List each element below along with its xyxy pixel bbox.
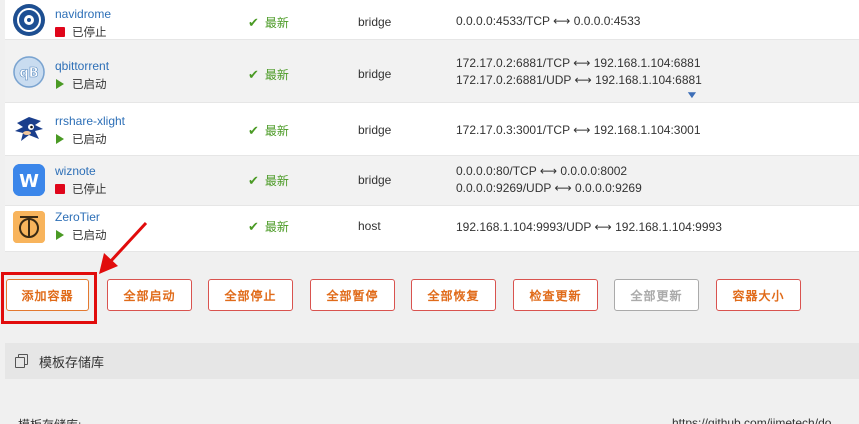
port-mappings: 0.0.0.0:80/TCP ⟷ 0.0.0.0:8002 0.0.0.0:92… bbox=[456, 163, 642, 197]
status-text: 已停止 bbox=[72, 184, 107, 196]
checkmark-icon: ✔ bbox=[248, 172, 259, 188]
update-status: ✔ 最新 bbox=[248, 172, 289, 189]
status-badge: 已停止 bbox=[55, 24, 107, 40]
port-mapping: 172.17.0.2:6881/TCP ⟷ 192.168.1.104:6881 bbox=[456, 56, 701, 70]
checkmark-icon: ✔ bbox=[248, 14, 259, 30]
port-mappings: 192.168.1.104:9993/UDP ⟷ 192.168.1.104:9… bbox=[456, 219, 722, 236]
annotation-highlight-box bbox=[1, 272, 97, 324]
status-text: 已启动 bbox=[72, 134, 107, 146]
table-row: qB qbittorrent 已启动 ✔ 最新 bridge 172.17.0.… bbox=[5, 40, 859, 103]
container-name[interactable]: rrshare-xlight bbox=[55, 114, 125, 128]
vinyl-record-icon[interactable] bbox=[13, 4, 45, 36]
update-status: ✔ 最新 bbox=[248, 122, 289, 139]
port-mapping: 172.17.0.2:6881/UDP ⟷ 192.168.1.104:6881 bbox=[456, 73, 702, 87]
port-mapping: 192.168.1.104:9993/UDP ⟷ 192.168.1.104:9… bbox=[456, 220, 722, 234]
stop-square-icon bbox=[55, 27, 65, 37]
network-mode: bridge bbox=[358, 123, 392, 137]
update-status: ✔ 最新 bbox=[248, 218, 289, 235]
container-table: navidrome 已停止 ✔ 最新 bridge 0.0.0.0:4533/T… bbox=[5, 0, 859, 252]
status-badge: 已启动 bbox=[55, 227, 107, 243]
template-repo-label: 模板存储库: bbox=[18, 416, 81, 424]
checkmark-icon: ✔ bbox=[248, 122, 259, 138]
update-text: 最新 bbox=[264, 124, 289, 138]
port-mapping: 0.0.0.0:9269/UDP ⟷ 0.0.0.0:9269 bbox=[456, 181, 642, 195]
table-row: rrshare-xlight 已启动 ✔ 最新 bridge 172.17.0.… bbox=[5, 103, 859, 156]
checkmark-icon: ✔ bbox=[248, 66, 259, 82]
port-mapping: 0.0.0.0:80/TCP ⟷ 0.0.0.0:8002 bbox=[456, 164, 628, 178]
resume-all-button[interactable]: 全部恢复 bbox=[411, 279, 496, 311]
update-text: 最新 bbox=[264, 174, 289, 188]
port-mappings: 172.17.0.3:3001/TCP ⟷ 192.168.1.104:3001 bbox=[456, 122, 701, 139]
copy-icon bbox=[15, 354, 29, 368]
section-title: 模板存储库 bbox=[39, 354, 105, 370]
pause-all-button[interactable]: 全部暂停 bbox=[310, 279, 395, 311]
zerotier-logo-icon[interactable] bbox=[13, 211, 45, 243]
w-logo-icon[interactable]: W bbox=[13, 164, 45, 196]
update-status: ✔ 最新 bbox=[248, 14, 289, 31]
checkmark-icon: ✔ bbox=[248, 218, 259, 234]
qb-logo-icon[interactable]: qB bbox=[13, 56, 45, 88]
stop-square-icon bbox=[55, 184, 65, 194]
network-mode: host bbox=[358, 219, 381, 233]
status-badge: 已启动 bbox=[55, 131, 107, 147]
update-text: 最新 bbox=[264, 68, 289, 82]
stop-all-button[interactable]: 全部停止 bbox=[208, 279, 293, 311]
update-text: 最新 bbox=[264, 16, 289, 30]
play-triangle-icon bbox=[56, 134, 64, 144]
container-name[interactable]: ZeroTier bbox=[55, 210, 100, 224]
network-mode: bridge bbox=[358, 173, 392, 187]
table-row: navidrome 已停止 ✔ 最新 bridge 0.0.0.0:4533/T… bbox=[5, 0, 859, 40]
svg-text:W: W bbox=[19, 171, 39, 192]
network-mode: bridge bbox=[358, 15, 392, 29]
check-update-button[interactable]: 检查更新 bbox=[513, 279, 598, 311]
port-mappings: 0.0.0.0:4533/TCP ⟷ 0.0.0.0:4533 bbox=[456, 13, 640, 30]
svg-text:qB: qB bbox=[19, 66, 38, 81]
container-size-button[interactable]: 容器大小 bbox=[716, 279, 801, 311]
container-name[interactable]: navidrome bbox=[55, 7, 111, 21]
port-mapping: 172.17.0.3:3001/TCP ⟷ 192.168.1.104:3001 bbox=[456, 123, 701, 137]
update-status: ✔ 最新 bbox=[248, 66, 289, 83]
template-repo-section-header[interactable]: 模板存储库 bbox=[5, 343, 859, 379]
port-mapping: 0.0.0.0:4533/TCP ⟷ 0.0.0.0:4533 bbox=[456, 14, 641, 28]
status-badge: 已停止 bbox=[55, 181, 107, 197]
sonic-hedgehog-icon[interactable] bbox=[13, 113, 45, 145]
template-repo-url[interactable]: https://github.com/jimetech/do bbox=[672, 416, 831, 424]
play-triangle-icon bbox=[56, 79, 64, 89]
container-name[interactable]: qbittorrent bbox=[55, 59, 109, 73]
start-all-button[interactable]: 全部启动 bbox=[107, 279, 192, 311]
chevron-down-icon[interactable]: ▼ bbox=[685, 90, 699, 101]
play-triangle-icon bbox=[56, 230, 64, 240]
table-row: ZeroTier 已启动 ✔ 最新 host 192.168.1.104:999… bbox=[5, 206, 859, 252]
action-toolbar: 添加容器 全部启动 全部停止 全部暂停 全部恢复 检查更新 全部更新 容器大小 bbox=[0, 270, 859, 330]
network-mode: bridge bbox=[358, 67, 392, 81]
table-row: W wiznote 已停止 ✔ 最新 bridge 0.0.0.0:80/TCP… bbox=[5, 156, 859, 206]
status-text: 已启动 bbox=[72, 79, 107, 91]
status-text: 已启动 bbox=[72, 230, 107, 242]
update-all-button: 全部更新 bbox=[614, 279, 699, 311]
container-name[interactable]: wiznote bbox=[55, 164, 96, 178]
status-badge: 已启动 bbox=[55, 76, 107, 92]
status-text: 已停止 bbox=[72, 27, 107, 39]
port-mappings: 172.17.0.2:6881/TCP ⟷ 192.168.1.104:6881… bbox=[456, 55, 702, 89]
update-text: 最新 bbox=[264, 220, 289, 234]
